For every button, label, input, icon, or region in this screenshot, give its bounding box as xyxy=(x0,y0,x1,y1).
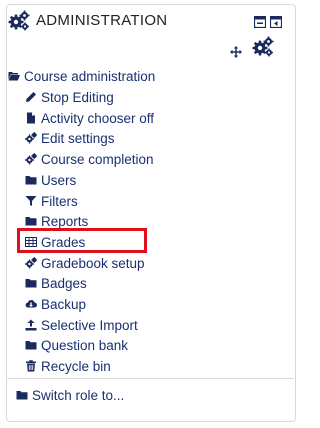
block-header: ADMINISTRATION xyxy=(6,8,294,62)
tree-item-label: Course completion xyxy=(41,152,154,167)
trash-icon xyxy=(26,360,36,372)
tree-item-label: Badges xyxy=(41,276,87,291)
gears-icon xyxy=(8,10,30,31)
tree-item-label: Selective Import xyxy=(41,318,138,333)
switch-role-node[interactable]: Switch role to... xyxy=(16,386,124,406)
move-icon[interactable] xyxy=(230,46,242,58)
pencil-icon xyxy=(26,92,36,102)
folder-icon xyxy=(25,217,37,226)
grades-highlight-box xyxy=(17,228,147,253)
minimize-block-icon[interactable] xyxy=(254,16,266,28)
tree-item-recycle-bin[interactable]: Recycle bin xyxy=(25,357,111,377)
tree-item-label: Gradebook setup xyxy=(41,256,145,271)
course-administration-label: Course administration xyxy=(24,69,156,84)
tree-item-course-completion[interactable]: Course completion xyxy=(25,150,154,170)
tree-item-label: Filters xyxy=(41,194,78,209)
block-title: ADMINISTRATION xyxy=(36,12,168,29)
tree-item-label: Question bank xyxy=(41,338,129,353)
cloud-download-icon xyxy=(25,300,37,308)
tree-item-label: Activity chooser off xyxy=(41,111,155,126)
filter-icon xyxy=(25,196,37,206)
gear-icon xyxy=(25,132,37,144)
folder-icon xyxy=(25,176,37,185)
tree-item-badges[interactable]: Badges xyxy=(25,274,87,294)
divider xyxy=(6,378,294,379)
tree-item-backup[interactable]: Backup xyxy=(25,295,86,315)
tree-item-edit-settings[interactable]: Edit settings xyxy=(25,129,115,149)
tree-item-gradebook-setup[interactable]: Gradebook setup xyxy=(25,254,145,274)
tree-item-question-bank[interactable]: Question bank xyxy=(25,336,128,356)
file-icon xyxy=(27,112,35,124)
tree-item-label: Recycle bin xyxy=(41,359,111,374)
folder-icon xyxy=(16,391,28,400)
tree-item-label: Users xyxy=(41,173,77,188)
switch-role-label: Switch role to... xyxy=(32,388,125,403)
tree-item-label: Reports xyxy=(41,214,89,229)
tree-item-users[interactable]: Users xyxy=(25,171,76,191)
tree-item-filters[interactable]: Filters xyxy=(25,192,78,212)
upload-icon xyxy=(25,319,37,331)
tree-item-label: Edit settings xyxy=(41,131,115,146)
tree-item-label: Backup xyxy=(41,297,87,312)
dock-block-icon[interactable] xyxy=(270,16,282,28)
gear-icon xyxy=(25,153,37,165)
folder-icon xyxy=(25,341,37,350)
tree-item-selective-import[interactable]: Selective Import xyxy=(25,316,138,336)
gear-icon xyxy=(25,257,37,269)
folder-icon xyxy=(25,279,37,288)
tree-item-stop-editing[interactable]: Stop Editing xyxy=(25,88,114,108)
course-administration-node[interactable]: Course administration xyxy=(8,67,155,87)
tree-item-activity-chooser-off[interactable]: Activity chooser off xyxy=(25,109,154,129)
block-actions-gears-icon[interactable] xyxy=(252,36,274,58)
folder-open-icon xyxy=(8,72,20,81)
tree-item-label: Stop Editing xyxy=(41,90,114,105)
